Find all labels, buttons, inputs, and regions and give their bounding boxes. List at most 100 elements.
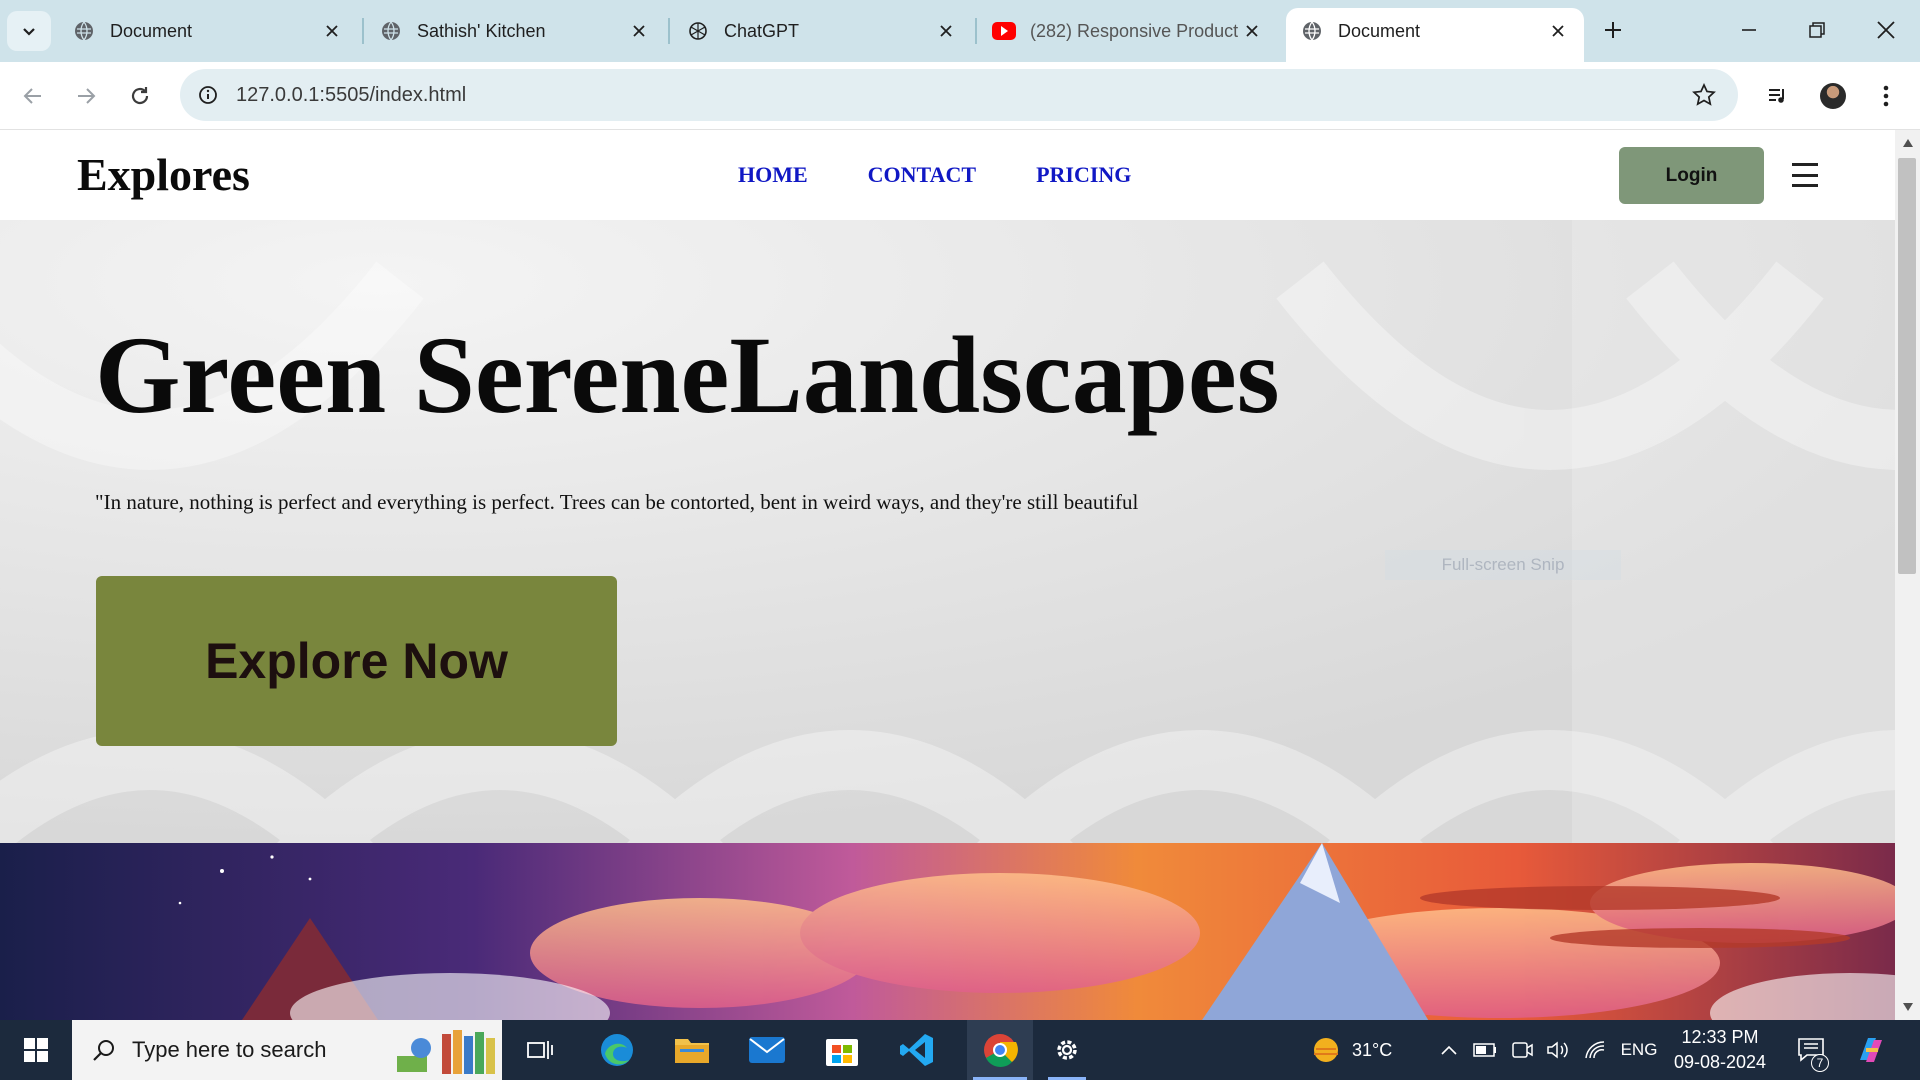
chrome-button[interactable] xyxy=(967,1020,1033,1080)
clock-button[interactable]: 12:33 PM 09-08-2024 xyxy=(1670,1020,1770,1080)
mail-button[interactable] xyxy=(742,1020,792,1080)
store-icon xyxy=(826,1039,858,1066)
chatgpt-icon xyxy=(686,19,710,43)
close-tab-icon[interactable] xyxy=(1240,19,1264,43)
site-logo[interactable]: Explores xyxy=(77,148,250,201)
hamburger-menu-icon[interactable] xyxy=(1792,163,1818,187)
browser-tab[interactable]: ChatGPT xyxy=(672,8,972,54)
wifi-icon xyxy=(1585,1041,1605,1059)
network-button[interactable] xyxy=(1581,1020,1609,1080)
reload-icon xyxy=(131,87,149,105)
close-icon xyxy=(1877,21,1895,39)
youtube-icon xyxy=(992,19,1016,43)
new-tab-button[interactable] xyxy=(1593,12,1633,48)
snip-overlay-label: Full-screen Snip xyxy=(1385,550,1621,580)
explore-now-button[interactable]: Explore Now xyxy=(96,576,617,746)
task-view-icon xyxy=(527,1041,553,1059)
browser-menu-button[interactable] xyxy=(1868,78,1904,114)
nav-link-contact[interactable]: CONTACT xyxy=(868,162,976,188)
scrollbar-thumb[interactable] xyxy=(1898,158,1916,574)
globe-icon xyxy=(1300,19,1324,43)
clock-date: 09-08-2024 xyxy=(1673,1052,1767,1072)
site-info-icon[interactable] xyxy=(194,81,222,109)
browser-tab[interactable]: Sathish' Kitchen xyxy=(365,8,665,54)
nav-link-pricing[interactable]: PRICING xyxy=(1036,162,1131,188)
main-menu: HOME CONTACT PRICING xyxy=(738,162,1131,188)
volume-button[interactable] xyxy=(1544,1020,1572,1080)
meet-now-button[interactable] xyxy=(1508,1020,1536,1080)
gear-icon xyxy=(1057,1040,1077,1060)
close-tab-icon[interactable] xyxy=(627,19,651,43)
input-language-button[interactable]: ENG xyxy=(1616,1020,1662,1080)
bookmark-star-icon[interactable] xyxy=(1690,81,1718,109)
hero-title: Green SereneLandscapes xyxy=(95,314,1280,436)
folder-icon xyxy=(675,1039,709,1063)
battery-button[interactable] xyxy=(1471,1020,1499,1080)
speaker-icon xyxy=(1547,1041,1568,1059)
file-explorer-button[interactable] xyxy=(667,1020,717,1080)
landscape-banner-image xyxy=(0,843,1895,1020)
clock-time: 12:33 PM xyxy=(1681,1027,1759,1047)
tab-title: ChatGPT xyxy=(724,20,800,41)
search-icon xyxy=(93,1040,114,1061)
back-button[interactable] xyxy=(15,78,51,114)
close-window-button[interactable] xyxy=(1866,12,1906,48)
language-indicator: ENG xyxy=(1620,1040,1658,1059)
plus-icon xyxy=(1605,22,1621,38)
copilot-icon xyxy=(1860,1038,1882,1062)
weather-widget[interactable]: 31°C xyxy=(1308,1020,1408,1080)
site-navbar: Explores HOME CONTACT PRICING Login xyxy=(0,130,1895,220)
scroll-up-icon[interactable] xyxy=(1900,136,1916,150)
browser-tab-active[interactable]: Document xyxy=(1286,8,1584,62)
more-vertical-icon xyxy=(1883,85,1889,107)
copilot-button[interactable] xyxy=(1849,1020,1893,1080)
start-button[interactable] xyxy=(14,1020,58,1080)
address-bar[interactable]: 127.0.0.1:5505/index.html xyxy=(180,69,1738,121)
camera-icon xyxy=(1512,1042,1533,1058)
edge-button[interactable] xyxy=(592,1020,642,1080)
arrow-right-icon xyxy=(78,88,96,104)
restore-icon xyxy=(1809,22,1825,38)
url-text: 127.0.0.1:5505/index.html xyxy=(236,83,467,106)
globe-icon xyxy=(379,19,403,43)
minimize-button[interactable] xyxy=(1729,12,1769,48)
books-illustration-icon xyxy=(387,1026,502,1076)
tab-title: Sathish' Kitchen xyxy=(417,20,546,41)
tab-search-button[interactable] xyxy=(7,11,51,51)
settings-button[interactable] xyxy=(1042,1020,1092,1080)
close-tab-icon[interactable] xyxy=(1546,19,1570,43)
store-button[interactable] xyxy=(817,1020,867,1080)
browser-tab[interactable]: (282) Responsive Product xyxy=(978,8,1278,54)
nav-link-home[interactable]: HOME xyxy=(738,162,808,188)
tab-title: Document xyxy=(1338,20,1421,41)
windows-taskbar: Type here to search 31°C ENG 12:33 PM 09… xyxy=(0,1020,1920,1080)
globe-icon xyxy=(72,19,96,43)
weather-sun-icon xyxy=(1314,1038,1338,1062)
restore-button[interactable] xyxy=(1797,12,1837,48)
browser-tab[interactable]: Document xyxy=(58,8,358,54)
reload-button[interactable] xyxy=(122,78,158,114)
vscode-button[interactable] xyxy=(892,1020,942,1080)
profile-button[interactable] xyxy=(1815,78,1851,114)
login-button[interactable]: Login xyxy=(1619,147,1764,204)
task-view-button[interactable] xyxy=(520,1020,560,1080)
tab-divider xyxy=(362,18,364,44)
minimize-icon xyxy=(1742,29,1756,31)
taskbar-search-box[interactable]: Type here to search xyxy=(72,1020,502,1080)
media-controls-button[interactable] xyxy=(1760,78,1796,114)
close-tab-icon[interactable] xyxy=(934,19,958,43)
arrow-left-icon xyxy=(23,88,41,104)
notifications-button[interactable]: 7 xyxy=(1791,1020,1831,1080)
windows-logo-icon xyxy=(24,1038,48,1062)
show-hidden-icons-button[interactable] xyxy=(1436,1020,1462,1080)
notification-count-badge: 7 xyxy=(1811,1054,1829,1072)
tab-divider xyxy=(975,18,977,44)
scroll-down-icon[interactable] xyxy=(1900,1000,1916,1014)
browser-toolbar: 127.0.0.1:5505/index.html xyxy=(0,62,1920,130)
browser-tab-bar: Document Sathish' Kitchen ChatGPT (282) … xyxy=(0,0,1920,62)
chrome-icon xyxy=(984,1034,1018,1067)
forward-button[interactable] xyxy=(68,78,104,114)
weather-temperature: 31°C xyxy=(1352,1039,1393,1060)
tab-divider xyxy=(668,18,670,44)
close-tab-icon[interactable] xyxy=(320,19,344,43)
